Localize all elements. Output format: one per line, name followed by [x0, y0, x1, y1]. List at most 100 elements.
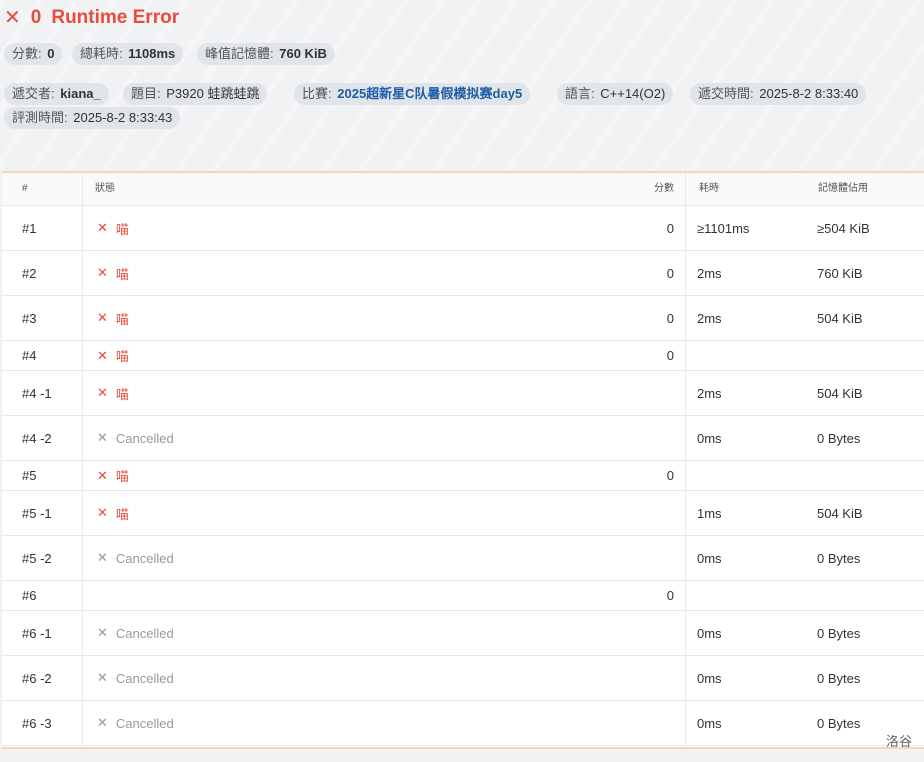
- table-row: #2 ✕ 喵 0 2ms 760 KiB: [2, 251, 924, 296]
- case-memory: 0 Bytes: [817, 550, 861, 566]
- table-row: #6 -1 ✕ Cancelled 0ms 0 Bytes: [2, 611, 924, 656]
- case-time: 0ms: [697, 430, 722, 446]
- language-label: 語言:: [565, 86, 595, 101]
- case-time: 2ms: [697, 310, 722, 326]
- close-icon: ✕: [97, 430, 108, 445]
- case-memory: 0 Bytes: [817, 715, 861, 731]
- case-id: #1: [22, 220, 37, 236]
- case-time: 0ms: [697, 550, 722, 566]
- case-score: 0: [666, 348, 674, 363]
- header-status: 狀態: [95, 183, 115, 194]
- close-icon: ✕: [97, 467, 108, 483]
- case-status[interactable]: ✕ 喵: [97, 461, 129, 490]
- close-icon: ✕: [97, 550, 108, 565]
- case-id: #4 -2: [22, 430, 52, 446]
- peak-memory-pill: 峰值記憶體: 760 KiB: [197, 43, 335, 65]
- table-row: #6 -2 ✕ Cancelled 0ms 0 Bytes: [2, 656, 924, 701]
- close-icon: ✕: [97, 310, 108, 325]
- case-status[interactable]: ✕ Cancelled: [97, 611, 174, 655]
- case-id: #6 -3: [22, 715, 52, 731]
- score-pill: 分數: 0: [4, 43, 63, 65]
- submit-time-pill: 遞交時間: 2025-8-2 8:33:40: [690, 83, 867, 105]
- case-id: #3: [22, 310, 37, 326]
- table-row: #3 ✕ 喵 0 2ms 504 KiB: [2, 296, 924, 341]
- case-status-text: 喵: [115, 349, 129, 364]
- close-icon: ✕: [97, 670, 108, 685]
- submitter-name[interactable]: kiana_: [60, 86, 100, 101]
- case-status-text: 喵: [115, 311, 129, 327]
- submitter-pill[interactable]: 遞交者: kiana_: [4, 83, 109, 105]
- case-status-text: Cancelled: [115, 430, 174, 446]
- case-score: 0: [666, 468, 674, 483]
- table-row: #5 -2 ✕ Cancelled 0ms 0 Bytes: [2, 536, 924, 581]
- case-memory: ≥504 KiB: [817, 220, 870, 236]
- total-time-value: 1108ms: [128, 46, 176, 61]
- testcase-table: # 狀態 分數 耗時 記憶體佔用 #1 ✕ 喵 0 ≥1101ms ≥504 KiB #2 ✕…: [2, 171, 924, 749]
- score-large: 0: [30, 7, 42, 28]
- case-status-text: 喵: [115, 221, 129, 237]
- case-status-text: 喵: [115, 469, 129, 484]
- problem-pill[interactable]: 題目: P3920 蛙跳蛙跳: [123, 83, 268, 105]
- case-status-text: 喵: [115, 386, 129, 402]
- case-id: #2: [22, 265, 37, 281]
- case-score: 0: [666, 220, 674, 236]
- peak-memory-label: 峰值記憶體:: [205, 46, 274, 61]
- contest-label: 比賽:: [302, 86, 332, 101]
- close-icon: ✕: [97, 715, 108, 730]
- case-memory: 504 KiB: [817, 385, 863, 401]
- language-value: C++14(O2): [600, 86, 666, 101]
- case-memory: 504 KiB: [817, 505, 863, 521]
- case-status-text: 喵: [115, 506, 129, 522]
- case-status[interactable]: ✕ Cancelled: [97, 416, 174, 460]
- case-score: 0: [666, 310, 674, 326]
- table-row: #6 0: [2, 581, 924, 611]
- close-icon: ✕: [97, 385, 108, 400]
- table-row: #5 ✕ 喵 0: [2, 461, 924, 491]
- case-id: #6: [22, 588, 37, 603]
- status-text: Runtime Error: [51, 7, 180, 28]
- header-time: 耗時: [699, 183, 719, 194]
- case-id: #4 -1: [22, 385, 52, 401]
- case-status-text: Cancelled: [115, 715, 174, 731]
- case-status[interactable]: ✕ 喵: [97, 296, 129, 340]
- case-time: 2ms: [697, 265, 722, 281]
- close-icon: ✕: [97, 265, 108, 280]
- table-row: #5 -1 ✕ 喵 1ms 504 KiB: [2, 491, 924, 536]
- case-time: 0ms: [697, 715, 722, 731]
- case-status[interactable]: ✕ 喵: [97, 206, 129, 250]
- luogu-brand: 洛谷: [885, 734, 912, 749]
- contest-pill[interactable]: 比賽: 2025超新星C队暑假模拟赛day5: [294, 83, 531, 105]
- judge-time-label: 評測時間:: [12, 110, 68, 125]
- case-status[interactable]: ✕ 喵: [97, 251, 129, 295]
- submit-time-label: 遞交時間:: [698, 86, 754, 101]
- close-icon: ✕: [97, 505, 108, 520]
- case-time: 2ms: [697, 385, 722, 401]
- score-value: 0: [47, 46, 55, 61]
- case-status[interactable]: ✕ 喵: [97, 371, 129, 415]
- case-status[interactable]: ✕ Cancelled: [97, 656, 174, 700]
- case-time: 1ms: [697, 505, 722, 521]
- header-score: 分數: [654, 183, 674, 194]
- problem-link[interactable]: P3920 蛙跳蛙跳: [166, 86, 259, 101]
- case-id: #4: [22, 348, 37, 363]
- case-id: #5 -2: [22, 550, 52, 566]
- judge-time-value: 2025-8-2 8:33:43: [73, 110, 173, 125]
- score-label: 分數:: [12, 46, 42, 61]
- case-id: #6 -1: [22, 625, 52, 641]
- case-status-text: 喵: [115, 266, 129, 282]
- table-header: # 狀態 分數 耗時 記憶體佔用: [2, 173, 924, 206]
- close-icon: ✕: [4, 7, 21, 29]
- case-status[interactable]: ✕ Cancelled: [97, 536, 174, 580]
- case-memory: 0 Bytes: [817, 430, 861, 446]
- result-title: ✕ 0 Runtime Error: [4, 6, 179, 30]
- case-id: #5 -1: [22, 505, 52, 521]
- table-row: #6 -3 ✕ Cancelled 0ms 0 Bytes: [2, 701, 924, 746]
- case-memory: 760 KiB: [817, 265, 863, 281]
- case-score: 0: [666, 265, 674, 281]
- contest-link[interactable]: 2025超新星C队暑假模拟赛day5: [337, 86, 522, 101]
- case-id: #5: [22, 468, 37, 483]
- case-status[interactable]: ✕ Cancelled: [97, 701, 174, 745]
- case-status[interactable]: ✕ 喵: [97, 491, 129, 535]
- case-status[interactable]: ✕ 喵: [97, 341, 129, 370]
- table-row: #4 -2 ✕ Cancelled 0ms 0 Bytes: [2, 416, 924, 461]
